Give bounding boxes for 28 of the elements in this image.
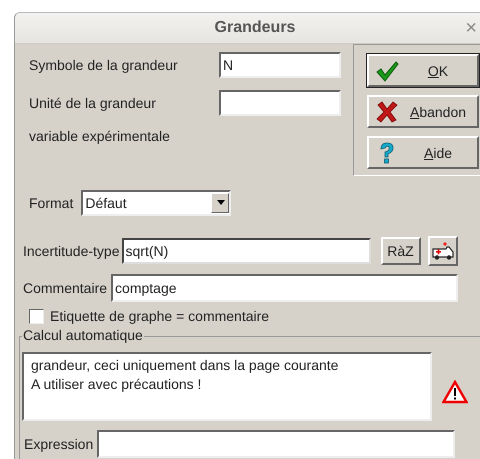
unit-field[interactable]	[219, 90, 341, 116]
cancel-button[interactable]: Abandon	[367, 95, 479, 128]
warning-icon	[442, 380, 468, 404]
ok-button[interactable]: OK	[367, 54, 479, 87]
window-title: Grandeurs	[214, 19, 296, 37]
checkbox[interactable]	[29, 308, 44, 324]
field-label: Unité de la grandeur	[29, 95, 157, 111]
ambulance-icon	[432, 241, 454, 261]
expression-field[interactable]	[97, 430, 456, 458]
close-icon	[375, 100, 399, 124]
help-button[interactable]: Aide	[367, 136, 479, 169]
uncertainty-field[interactable]: sqrt(N)	[122, 238, 370, 264]
variable-type-label: variable expérimentale	[29, 128, 170, 144]
field-label: Symbole de la grandeur	[29, 57, 179, 73]
checkmark-icon	[375, 58, 399, 82]
message-line: A utiliser avec précautions !	[31, 375, 202, 394]
field-label: Expression	[24, 436, 94, 452]
format-dropdown[interactable]: Défaut	[81, 190, 232, 216]
symbol-field[interactable]: N	[219, 52, 341, 78]
field-label: Commentaire	[23, 280, 108, 296]
group-title: Calcul automatique	[22, 327, 144, 343]
comment-field[interactable]: comptage	[111, 274, 458, 302]
reset-button[interactable]: RàZ	[380, 237, 420, 265]
field-label: Incertitude-type	[23, 243, 120, 259]
message-line: grandeur, ceci uniquement dans la page courante	[31, 356, 340, 375]
checkbox-label: Etiquette de graphe = commentaire	[50, 308, 270, 324]
field-label: Format	[29, 195, 74, 211]
ambulance-button[interactable]	[428, 236, 458, 266]
